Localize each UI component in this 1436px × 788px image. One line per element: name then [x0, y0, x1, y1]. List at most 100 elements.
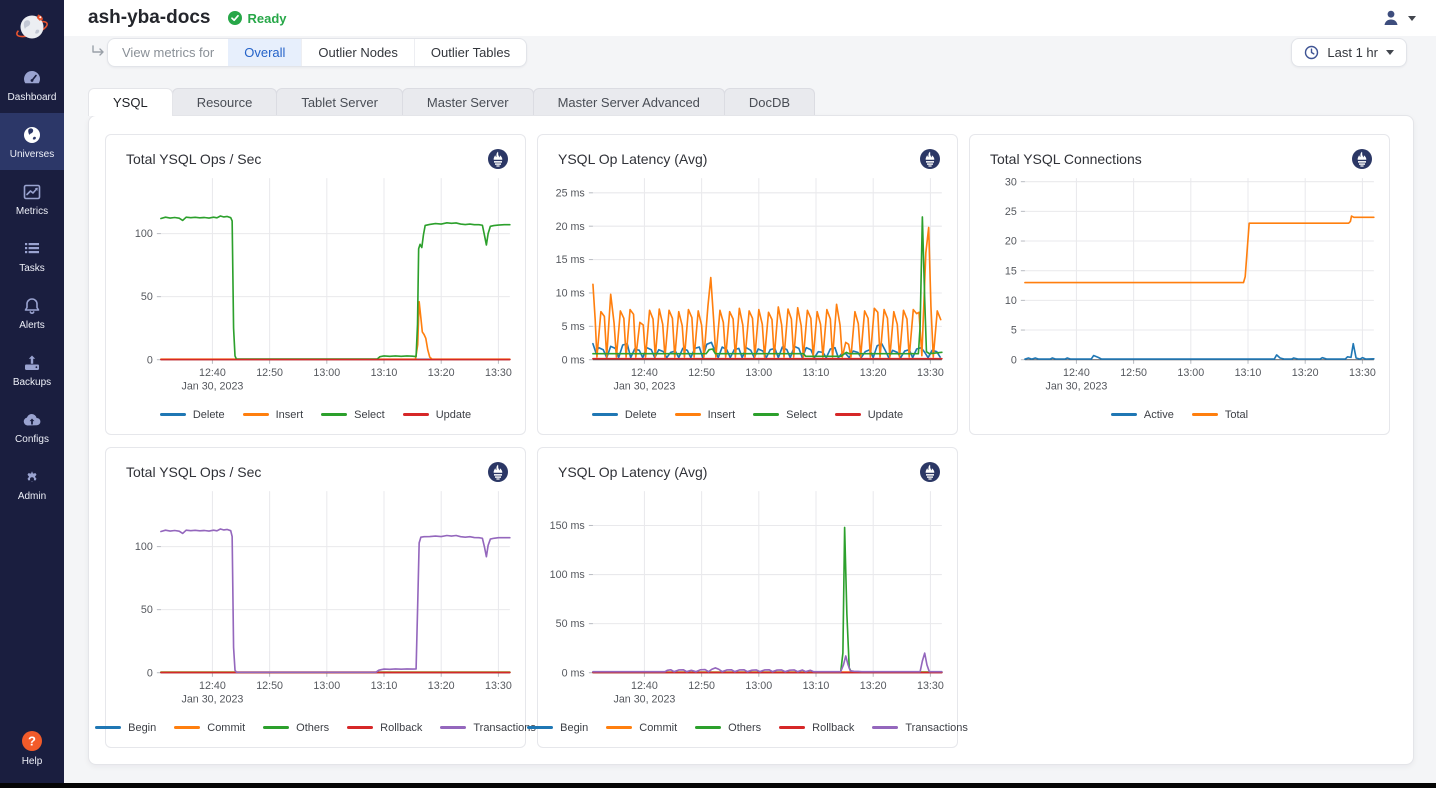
- legend-swatch: [95, 726, 121, 729]
- legend-item-rollback[interactable]: Rollback: [779, 722, 854, 734]
- legend-label: Insert: [276, 409, 304, 421]
- legend-item-update[interactable]: Update: [403, 409, 471, 421]
- chart-plot[interactable]: 12:40Jan 30, 202312:5013:0013:1013:2013:…: [970, 170, 1389, 409]
- tab-outlier-tables[interactable]: Outlier Tables: [414, 39, 526, 66]
- sidebar-item-admin[interactable]: Admin: [0, 455, 64, 512]
- legend-item-delete[interactable]: Delete: [592, 409, 657, 421]
- tab-master-server-advanced[interactable]: Master Server Advanced: [533, 88, 725, 115]
- chart-panel-total-ysql-ops: Total YSQL Ops / Sec 12:40Jan 30, 202312…: [105, 134, 526, 435]
- legend-item-total[interactable]: Total: [1192, 409, 1248, 421]
- legend-label: Update: [868, 409, 903, 421]
- tab-master-server[interactable]: Master Server: [402, 88, 534, 115]
- user-icon: [1381, 8, 1401, 28]
- chart-title: Total YSQL Ops / Sec: [126, 464, 261, 480]
- legend-item-select[interactable]: Select: [321, 409, 385, 421]
- svg-text:12:40: 12:40: [1063, 367, 1090, 379]
- sidebar-item-configs[interactable]: Configs: [0, 398, 64, 455]
- svg-text:13:30: 13:30: [917, 680, 944, 692]
- legend-swatch: [263, 726, 289, 729]
- tab-docdb[interactable]: DocDB: [724, 88, 815, 115]
- sidebar-item-label: Dashboard: [8, 92, 57, 103]
- sidebar-item-tasks[interactable]: Tasks: [0, 227, 64, 284]
- legend-item-active[interactable]: Active: [1111, 409, 1174, 421]
- chart-title: YSQL Op Latency (Avg): [558, 464, 707, 480]
- prometheus-icon[interactable]: [919, 148, 941, 170]
- legend-item-transactions[interactable]: Transactions: [440, 722, 536, 734]
- legend-label: Begin: [128, 722, 156, 734]
- sidebar-item-backups[interactable]: Backups: [0, 341, 64, 398]
- status-badge-label: Ready: [247, 11, 286, 26]
- svg-text:50 ms: 50 ms: [556, 618, 585, 630]
- legend-item-insert[interactable]: Insert: [675, 409, 736, 421]
- chart-plot[interactable]: 12:40Jan 30, 202312:5013:0013:1013:2013:…: [538, 483, 957, 722]
- sidebar-item-universes[interactable]: Universes: [0, 113, 64, 170]
- svg-text:13:00: 13:00: [313, 680, 340, 692]
- tab-overall[interactable]: Overall: [228, 39, 301, 66]
- legend-label: Update: [436, 409, 471, 421]
- tab-tablet-server[interactable]: Tablet Server: [276, 88, 403, 115]
- legend-item-select[interactable]: Select: [753, 409, 817, 421]
- legend-swatch: [1192, 413, 1218, 416]
- legend-item-begin[interactable]: Begin: [95, 722, 156, 734]
- svg-text:0 ms: 0 ms: [562, 354, 585, 366]
- chart-title: Total YSQL Connections: [990, 151, 1142, 167]
- svg-text:13:30: 13:30: [1349, 367, 1376, 379]
- svg-text:12:50: 12:50: [256, 680, 283, 692]
- legend-label: Transactions: [905, 722, 968, 734]
- svg-text:12:40: 12:40: [631, 367, 658, 379]
- chart-plot[interactable]: 12:40Jan 30, 202312:5013:0013:1013:2013:…: [538, 170, 957, 409]
- user-menu[interactable]: [1381, 8, 1416, 28]
- tab-outlier-nodes[interactable]: Outlier Nodes: [301, 39, 413, 66]
- legend-swatch: [403, 413, 429, 416]
- svg-text:12:40: 12:40: [631, 680, 658, 692]
- legend-item-others[interactable]: Others: [263, 722, 329, 734]
- legend-item-update[interactable]: Update: [835, 409, 903, 421]
- svg-text:50: 50: [141, 291, 153, 303]
- chart-title: Total YSQL Ops / Sec: [126, 151, 261, 167]
- sidebar-item-dashboard[interactable]: Dashboard: [0, 56, 64, 113]
- svg-text:Jan 30, 2023: Jan 30, 2023: [613, 380, 675, 392]
- prometheus-icon[interactable]: [919, 461, 941, 483]
- chart-plot[interactable]: 12:40Jan 30, 202312:5013:0013:1013:2013:…: [106, 483, 525, 722]
- legend-item-delete[interactable]: Delete: [160, 409, 225, 421]
- legend-label: Delete: [193, 409, 225, 421]
- svg-text:10: 10: [1005, 295, 1017, 307]
- legend-swatch: [835, 413, 861, 416]
- prometheus-icon[interactable]: [1351, 148, 1373, 170]
- legend-item-rollback[interactable]: Rollback: [347, 722, 422, 734]
- legend-label: Commit: [207, 722, 245, 734]
- legend-swatch: [160, 413, 186, 416]
- legend-item-others[interactable]: Others: [695, 722, 761, 734]
- svg-text:100 ms: 100 ms: [550, 569, 585, 581]
- sidebar-item-alerts[interactable]: Alerts: [0, 284, 64, 341]
- legend-swatch: [174, 726, 200, 729]
- app-logo[interactable]: [0, 0, 64, 56]
- chart-plot[interactable]: 12:40Jan 30, 202312:5013:0013:1013:2013:…: [106, 170, 525, 409]
- chart-panel-total-ysql-ops-transactions: Total YSQL Ops / Sec 12:40Jan 30, 202312…: [105, 447, 526, 748]
- legend-item-commit[interactable]: Commit: [174, 722, 245, 734]
- sidebar-item-label: Tasks: [19, 263, 45, 274]
- svg-text:50: 50: [141, 604, 153, 616]
- prometheus-icon[interactable]: [487, 461, 509, 483]
- legend-item-commit[interactable]: Commit: [606, 722, 677, 734]
- svg-text:12:50: 12:50: [1120, 367, 1147, 379]
- time-range-dropdown[interactable]: Last 1 hr: [1291, 38, 1407, 67]
- svg-text:13:10: 13:10: [371, 367, 398, 379]
- sidebar-item-help[interactable]: ? Help: [0, 719, 64, 776]
- sidebar-item-label: Backups: [13, 377, 51, 388]
- svg-text:12:40: 12:40: [199, 680, 226, 692]
- legend-swatch: [695, 726, 721, 729]
- legend-item-insert[interactable]: Insert: [243, 409, 304, 421]
- tab-ysql[interactable]: YSQL: [88, 88, 173, 116]
- svg-text:13:00: 13:00: [745, 680, 772, 692]
- sidebar-item-metrics[interactable]: Metrics: [0, 170, 64, 227]
- legend-item-begin[interactable]: Begin: [527, 722, 588, 734]
- legend-label: Others: [728, 722, 761, 734]
- svg-text:5 ms: 5 ms: [562, 321, 585, 333]
- tab-resource[interactable]: Resource: [172, 88, 278, 115]
- check-circle-icon: [228, 11, 242, 25]
- svg-text:20 ms: 20 ms: [556, 221, 585, 233]
- legend-label: Delete: [625, 409, 657, 421]
- prometheus-icon[interactable]: [487, 148, 509, 170]
- legend-item-transactions[interactable]: Transactions: [872, 722, 968, 734]
